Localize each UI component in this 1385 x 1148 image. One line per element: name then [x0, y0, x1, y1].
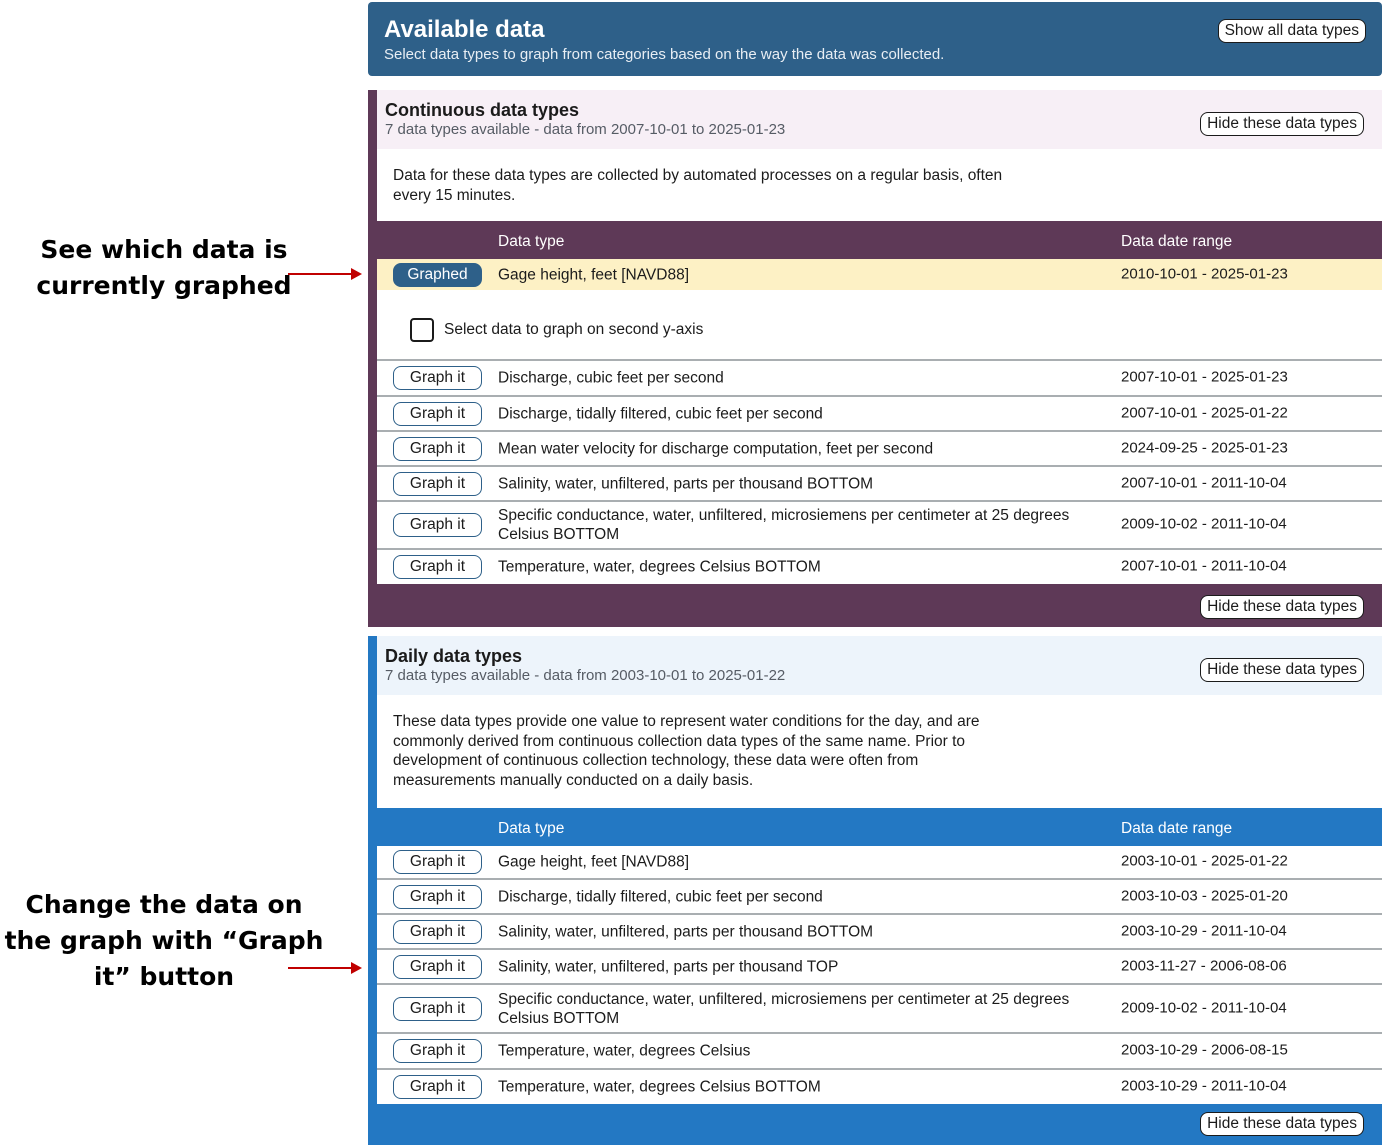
daily-table-body: Graph it Gage height, feet [NAVD88] 2003… [377, 846, 1382, 1104]
hide-continuous-bottom-button[interactable]: Hide these data types [1200, 595, 1364, 619]
second-y-axis-label: Select data to graph on second y-axis [444, 321, 704, 338]
date-range-label: 2009-10-02 - 2011-10-04 [1121, 998, 1287, 1016]
daily-table-header: Data type Data date range [377, 808, 1382, 846]
date-range-label: 2003-10-29 - 2011-10-04 [1121, 921, 1287, 939]
continuous-table-body: Graphed Gage height, feet [NAVD88] 2010-… [377, 259, 1382, 584]
date-range-label: 2007-10-01 - 2011-10-04 [1121, 473, 1287, 491]
continuous-section-description: Data for these data types are collected … [377, 149, 1382, 221]
data-type-label: Salinity, water, unfiltered, parts per t… [498, 923, 874, 940]
data-type-label: Discharge, cubic feet per second [498, 369, 724, 387]
date-range-label: 2003-11-27 - 2006-08-06 [1121, 956, 1287, 974]
graph-it-button[interactable]: Graph it [393, 366, 482, 390]
daily-data-section: Daily data types 7 data types available … [368, 636, 1382, 1145]
date-range-label: 2007-10-01 - 2025-01-23 [1121, 368, 1288, 386]
available-data-subtitle: Select data types to graph from categori… [384, 46, 945, 63]
date-range-label: 2007-10-01 - 2011-10-04 [1121, 557, 1287, 575]
hide-daily-bottom-button[interactable]: Hide these data types [1200, 1112, 1364, 1136]
available-data-header: Available data Select data types to grap… [368, 2, 1382, 76]
daily-section-header: Daily data types 7 data types available … [377, 636, 1382, 695]
graph-it-button[interactable]: Graph it [393, 401, 482, 426]
graph-it-button[interactable]: Graph it [393, 919, 482, 944]
column-header-data-type: Data type [498, 820, 565, 837]
data-type-label: Gage height, feet [NAVD88] [498, 266, 689, 283]
annotation-graphed-note: See which data is currently graphed [36, 235, 292, 300]
table-row: Graph it Specific conductance, water, un… [377, 502, 1382, 550]
table-row: Graph it Salinity, water, unfiltered, pa… [377, 950, 1382, 985]
graph-it-button[interactable]: Graph it [393, 954, 482, 979]
graph-it-button[interactable]: Graph it [393, 436, 482, 461]
annotation-graph-it-note: Change the data on the graph with “Graph… [4, 890, 324, 991]
data-type-label: Temperature, water, degrees Celsius BOTT… [498, 1078, 821, 1096]
graph-it-button[interactable]: Graph it [393, 471, 482, 496]
graph-it-button[interactable]: Graph it [393, 850, 482, 874]
table-row: Graph it Temperature, water, degrees Cel… [377, 550, 1382, 584]
table-row: Graph it Gage height, feet [NAVD88] 2003… [377, 846, 1382, 880]
table-row: Graph it Discharge, tidally filtered, cu… [377, 397, 1382, 432]
column-header-data-type: Data type [498, 233, 565, 250]
data-type-label: Discharge, tidally filtered, cubic feet … [498, 405, 823, 422]
table-row: Graph it Discharge, tidally filtered, cu… [377, 880, 1382, 915]
data-type-label: Salinity, water, unfiltered, parts per t… [498, 475, 874, 492]
hide-daily-top-button[interactable]: Hide these data types [1200, 658, 1364, 682]
data-type-label: Mean water velocity for discharge comput… [498, 440, 934, 457]
date-range-label: 2024-09-25 - 2025-01-23 [1121, 438, 1288, 456]
daily-description-text: These data types provide one value to re… [393, 713, 980, 789]
date-range-label: 2007-10-01 - 2025-01-22 [1121, 403, 1288, 421]
continuous-data-section: Continuous data types 7 data types avail… [368, 90, 1382, 627]
continuous-section-header: Continuous data types 7 data types avail… [377, 90, 1382, 149]
date-range-label: 2003-10-01 - 2025-01-22 [1121, 852, 1288, 870]
table-row: Graph it Temperature, water, degrees Cel… [377, 1034, 1382, 1070]
data-type-label: Discharge, tidally filtered, cubic feet … [498, 888, 823, 905]
table-row: Graph it Salinity, water, unfiltered, pa… [377, 467, 1382, 502]
table-row-selected: Graphed Gage height, feet [NAVD88] 2010-… [377, 259, 1382, 290]
table-row: Graph it Discharge, cubic feet per secon… [377, 361, 1382, 397]
graph-it-button[interactable]: Graph it [393, 884, 482, 909]
column-header-date-range: Data date range [1121, 233, 1233, 250]
data-type-label: Gage height, feet [NAVD88] [498, 853, 689, 871]
date-range-label: 2009-10-02 - 2011-10-04 [1121, 515, 1287, 533]
date-range-label: 2003-10-03 - 2025-01-20 [1121, 886, 1288, 904]
annotation-arrow-graphed [288, 268, 362, 280]
table-row: Graph it Temperature, water, degrees Cel… [377, 1070, 1382, 1104]
show-all-data-types-button[interactable]: Show all data types [1217, 19, 1366, 43]
date-range-label: 2003-10-29 - 2006-08-15 [1121, 1041, 1288, 1059]
graph-it-button[interactable]: Graph it [393, 513, 482, 537]
annotation-arrow-graph-it [288, 962, 362, 974]
continuous-description-text: Data for these data types are collected … [393, 167, 1003, 204]
second-axis-row: Select data to graph on second y-axis [377, 290, 1382, 361]
table-row: Graph it Mean water velocity for dischar… [377, 432, 1382, 467]
table-row: Graph it Specific conductance, water, un… [377, 985, 1382, 1034]
table-row: Graph it Salinity, water, unfiltered, pa… [377, 915, 1382, 950]
hide-continuous-top-button[interactable]: Hide these data types [1200, 112, 1364, 136]
data-type-label: Specific conductance, water, unfiltered,… [498, 507, 1070, 543]
data-type-label: Specific conductance, water, unfiltered,… [498, 990, 1070, 1027]
graphed-button[interactable]: Graphed [393, 262, 482, 287]
daily-section-description: These data types provide one value to re… [377, 695, 1382, 808]
second-y-axis-checkbox[interactable] [410, 318, 434, 342]
graph-it-button[interactable]: Graph it [393, 1075, 482, 1099]
continuous-table-header: Data type Data date range [377, 221, 1382, 259]
column-header-date-range: Data date range [1121, 820, 1233, 837]
graph-it-button[interactable]: Graph it [393, 1039, 482, 1063]
date-range-label: 2003-10-29 - 2011-10-04 [1121, 1077, 1287, 1095]
graph-it-button[interactable]: Graph it [393, 555, 482, 579]
data-type-label: Temperature, water, degrees Celsius [498, 1042, 751, 1060]
date-range-label: 2010-10-01 - 2025-01-23 [1121, 264, 1288, 282]
graph-it-button[interactable]: Graph it [393, 996, 482, 1021]
data-type-label: Temperature, water, degrees Celsius BOTT… [498, 558, 821, 576]
data-type-label: Salinity, water, unfiltered, parts per t… [498, 958, 839, 975]
